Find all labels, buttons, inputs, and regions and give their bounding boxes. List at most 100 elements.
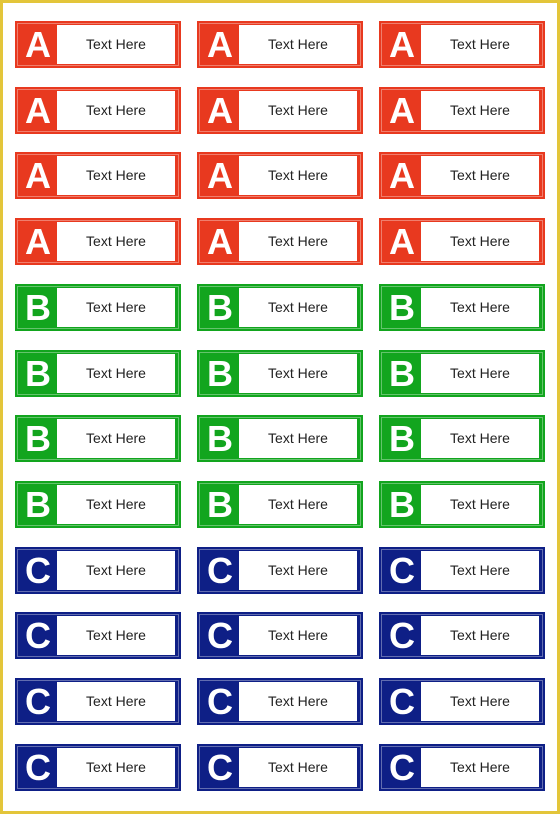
label-c: C Text Here [379,743,545,791]
label-letter: B [207,418,233,460]
label-letter: A [25,24,51,65]
label-text: Text Here [57,682,175,721]
label-b: B Text Here [379,415,545,463]
label-letter: B [25,483,51,525]
label-letter: A [207,155,233,197]
label-c: C Text Here [197,678,363,725]
label-text: Text Here [421,90,539,130]
label-letter: B [207,286,233,328]
label-text: Text Here [421,353,539,393]
label-letter: A [207,24,233,65]
label-letter: A [207,89,233,131]
label-text: Text Here [421,747,539,787]
label-c: C Text Here [15,743,181,791]
label-a: A Text Here [379,21,545,68]
label-letter: C [389,549,415,591]
label-text: Text Here [239,90,357,130]
label-b: B Text Here [197,480,363,528]
label-letter: B [207,483,233,525]
label-letter: B [207,352,233,394]
label-b: B Text Here [379,480,545,528]
label-letter: C [207,681,233,722]
label-text: Text Here [57,156,175,196]
label-b: B Text Here [15,480,181,528]
label-text: Text Here [421,484,539,524]
label-a: A Text Here [379,152,545,200]
label-letter: B [389,483,415,525]
label-c: C Text Here [15,546,181,594]
label-text: Text Here [239,550,357,590]
label-b: B Text Here [379,349,545,397]
label-text: Text Here [239,484,357,524]
label-a: A Text Here [379,86,545,134]
label-text: Text Here [239,747,357,787]
label-letter: C [207,615,233,657]
label-text: Text Here [239,222,357,262]
label-b: B Text Here [379,283,545,331]
label-text: Text Here [239,682,357,721]
label-c: C Text Here [379,678,545,725]
label-letter: C [207,746,233,788]
label-text: Text Here [57,353,175,393]
label-text: Text Here [421,156,539,196]
label-a: A Text Here [15,21,181,68]
label-a: A Text Here [197,152,363,200]
label-b: B Text Here [15,349,181,397]
label-letter: A [25,221,51,263]
label-text: Text Here [57,25,175,64]
label-letter: B [389,418,415,460]
label-letter: B [25,418,51,460]
label-c: C Text Here [197,612,363,660]
label-letter: C [207,549,233,591]
label-letter: C [25,746,51,788]
label-c: C Text Here [15,678,181,725]
label-b: B Text Here [197,283,363,331]
label-text: Text Here [57,550,175,590]
label-text: Text Here [57,222,175,262]
label-text: Text Here [239,156,357,196]
label-b: B Text Here [197,349,363,397]
label-b: B Text Here [15,283,181,331]
label-letter: A [25,155,51,197]
label-letter: B [389,352,415,394]
label-text: Text Here [239,419,357,459]
label-letter: A [389,221,415,263]
label-text: Text Here [421,222,539,262]
label-letter: A [389,89,415,131]
label-a: A Text Here [197,218,363,266]
label-text: Text Here [421,616,539,656]
label-text: Text Here [421,287,539,327]
label-c: C Text Here [379,612,545,660]
label-text: Text Here [57,616,175,656]
label-text: Text Here [421,682,539,721]
label-text: Text Here [57,419,175,459]
label-letter: C [25,615,51,657]
label-letter: A [207,221,233,263]
label-c: C Text Here [197,546,363,594]
label-text: Text Here [421,550,539,590]
label-b: B Text Here [197,415,363,463]
label-letter: A [25,89,51,131]
label-text: Text Here [57,484,175,524]
label-a: A Text Here [379,218,545,266]
label-letter: B [25,286,51,328]
label-b: B Text Here [15,415,181,463]
label-text: Text Here [239,353,357,393]
label-text: Text Here [421,25,539,64]
label-a: A Text Here [197,21,363,68]
label-a: A Text Here [15,86,181,134]
label-text: Text Here [57,287,175,327]
label-letter: C [25,681,51,722]
label-c: C Text Here [197,743,363,791]
label-c: C Text Here [379,546,545,594]
label-a: A Text Here [15,152,181,200]
label-text: Text Here [421,419,539,459]
label-letter: A [389,155,415,197]
label-letter: A [389,24,415,65]
label-text: Text Here [239,25,357,64]
label-a: A Text Here [15,218,181,266]
label-letter: B [25,352,51,394]
label-letter: C [25,549,51,591]
label-text: Text Here [57,747,175,787]
label-a: A Text Here [197,86,363,134]
